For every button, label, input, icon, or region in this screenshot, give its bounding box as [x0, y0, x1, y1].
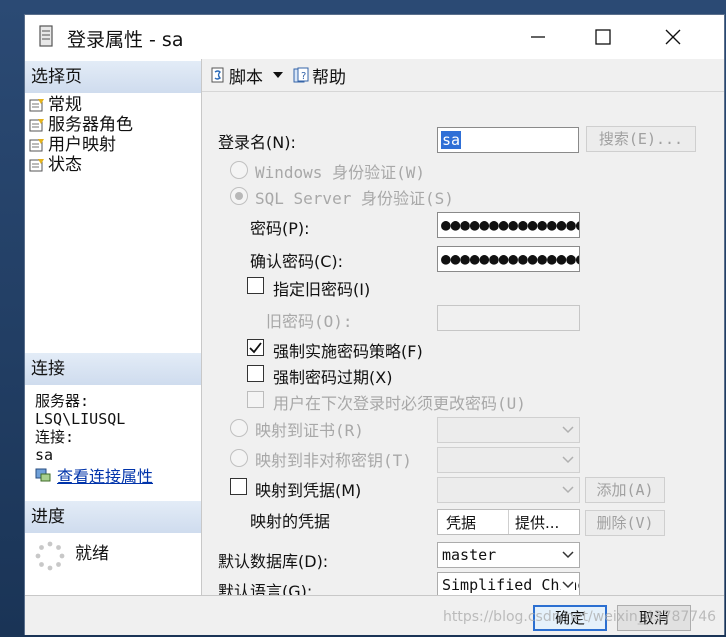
- chevron-down-icon: [562, 456, 574, 464]
- maximize-button[interactable]: [580, 15, 626, 59]
- select-page-header: 选择页: [25, 61, 201, 93]
- nav-item-label: 状态: [48, 155, 82, 175]
- old-password-input[interactable]: [437, 305, 580, 331]
- add-credential-button[interactable]: 添加(A): [585, 477, 665, 503]
- provider-column-header: 提供...: [515, 514, 560, 532]
- script-icon: [211, 67, 224, 83]
- mapped-credentials-label: 映射的凭据: [250, 512, 331, 531]
- column-divider: [508, 510, 509, 534]
- server-icon: [39, 25, 53, 47]
- old-password-label: 旧密码(O):: [266, 312, 353, 331]
- close-button[interactable]: [650, 15, 696, 59]
- help-label: 帮助: [312, 67, 346, 88]
- nav-item-label: 服务器角色: [48, 115, 133, 135]
- search-button[interactable]: 搜索(E)...: [586, 126, 696, 152]
- default-database-combo[interactable]: master: [437, 542, 580, 568]
- close-icon: [665, 29, 681, 45]
- general-page: 脚本 ? 帮助 登录名(N): sa 搜索(E)... Windows 身份验证…: [202, 59, 724, 601]
- map-cert-radio[interactable]: [230, 419, 248, 437]
- help-button[interactable]: ? 帮助: [293, 63, 346, 88]
- windows-auth-label: Windows 身份验证(W): [255, 163, 425, 182]
- default-database-value: master: [442, 546, 497, 564]
- window-title: 登录属性 - sa: [67, 29, 184, 51]
- password-label: 密码(P):: [250, 219, 310, 238]
- map-cert-label: 映射到证书(R): [255, 421, 364, 440]
- help-icon: ?: [293, 67, 309, 83]
- credentials-grid[interactable]: 凭据 提供...: [437, 509, 580, 535]
- nav-item-status[interactable]: 状态: [29, 155, 82, 175]
- confirm-password-label: 确认密码(C):: [250, 252, 344, 271]
- enforce-expiration-label: 强制密码过期(X): [273, 368, 393, 387]
- map-credential-combo[interactable]: [437, 477, 580, 503]
- minimize-icon: [531, 36, 545, 38]
- map-cert-combo[interactable]: [437, 417, 580, 443]
- chevron-down-icon: [562, 486, 574, 494]
- connection-header: 连接: [25, 353, 201, 385]
- sql-auth-radio[interactable]: [230, 187, 248, 205]
- toolbar: 脚本 ? 帮助: [202, 59, 724, 92]
- default-database-label: 默认数据库(D):: [218, 552, 329, 571]
- dialog-footer: 确定 取消 https://blog.csdn.net/weixin_43787…: [25, 595, 724, 635]
- server-label: 服务器:: [35, 392, 90, 410]
- script-button[interactable]: 脚本: [210, 63, 285, 88]
- password-input[interactable]: ●●●●●●●●●●●●●●●: [437, 212, 580, 238]
- map-asym-key-label: 映射到非对称密钥(T): [255, 451, 412, 470]
- map-asym-key-radio[interactable]: [230, 449, 248, 467]
- nav-item-server-roles[interactable]: 服务器角色: [29, 115, 133, 135]
- watermark: https://blog.csdn.net/weixin_43787746: [443, 609, 717, 625]
- connection-value: sa: [35, 446, 54, 464]
- chevron-down-icon: [562, 551, 574, 559]
- must-change-checkbox[interactable]: [247, 391, 264, 408]
- enforce-policy-checkbox[interactable]: [247, 339, 264, 356]
- properties-icon: [35, 468, 51, 482]
- script-label: 脚本: [229, 67, 263, 88]
- enforce-expiration-checkbox[interactable]: [247, 365, 264, 382]
- must-change-label: 用户在下次登录时必须更改密码(U): [273, 394, 526, 413]
- view-connection-properties-link[interactable]: 查看连接属性: [35, 463, 153, 487]
- nav-item-label: 常规: [48, 95, 82, 115]
- progress-header: 进度: [25, 501, 201, 533]
- maximize-icon: [595, 29, 611, 45]
- svg-text:?: ?: [301, 71, 306, 82]
- minimize-button[interactable]: [515, 15, 561, 59]
- progress-spinner-icon: [35, 541, 65, 571]
- nav-item-user-mapping[interactable]: 用户映射: [29, 135, 116, 155]
- remove-credential-button[interactable]: 删除(V): [585, 510, 665, 536]
- map-asym-key-combo[interactable]: [437, 447, 580, 473]
- page-icon: [29, 99, 44, 112]
- nav-item-general[interactable]: 常规: [29, 95, 82, 115]
- chevron-down-icon: [562, 426, 574, 434]
- nav-item-label: 用户映射: [48, 135, 116, 155]
- title-bar: 登录属性 - sa: [25, 15, 724, 59]
- left-pane: 选择页 常规 服务器角色 用户映射 状态 连接 服务器: LSQ\LIUSQL …: [25, 59, 202, 595]
- credential-column-header: 凭据: [446, 514, 477, 532]
- page-icon: [29, 159, 44, 172]
- login-name-input[interactable]: sa: [437, 127, 579, 153]
- login-properties-dialog: 登录属性 - sa 选择页 常规 服务器角色 用户映射 状态 连接 服务器: L…: [24, 14, 725, 635]
- connection-label: 连接:: [35, 428, 75, 446]
- map-credential-checkbox[interactable]: [230, 478, 247, 495]
- server-value: LSQ\LIUSQL: [35, 410, 126, 428]
- login-name-label: 登录名(N):: [218, 133, 296, 152]
- check-icon: [249, 342, 262, 354]
- radio-dot: [235, 192, 243, 200]
- login-name-value: sa: [441, 131, 462, 149]
- enforce-policy-label: 强制实施密码策略(F): [273, 342, 423, 361]
- map-credential-label: 映射到凭据(M): [255, 481, 362, 500]
- confirm-password-input[interactable]: ●●●●●●●●●●●●●●●: [437, 246, 580, 272]
- chevron-down-icon: [561, 577, 575, 591]
- default-language-value: Simplified Chinese: [442, 576, 579, 594]
- windows-auth-radio[interactable]: [230, 161, 248, 179]
- view-link-label: 查看连接属性: [57, 467, 154, 486]
- sql-auth-label: SQL Server 身份验证(S): [255, 189, 454, 208]
- page-icon: [29, 119, 44, 132]
- specify-old-password-checkbox[interactable]: [247, 277, 264, 294]
- specify-old-password-label: 指定旧密码(I): [273, 280, 371, 299]
- progress-status: 就绪: [75, 544, 109, 564]
- chevron-down-icon: [273, 72, 283, 78]
- page-icon: [29, 139, 44, 152]
